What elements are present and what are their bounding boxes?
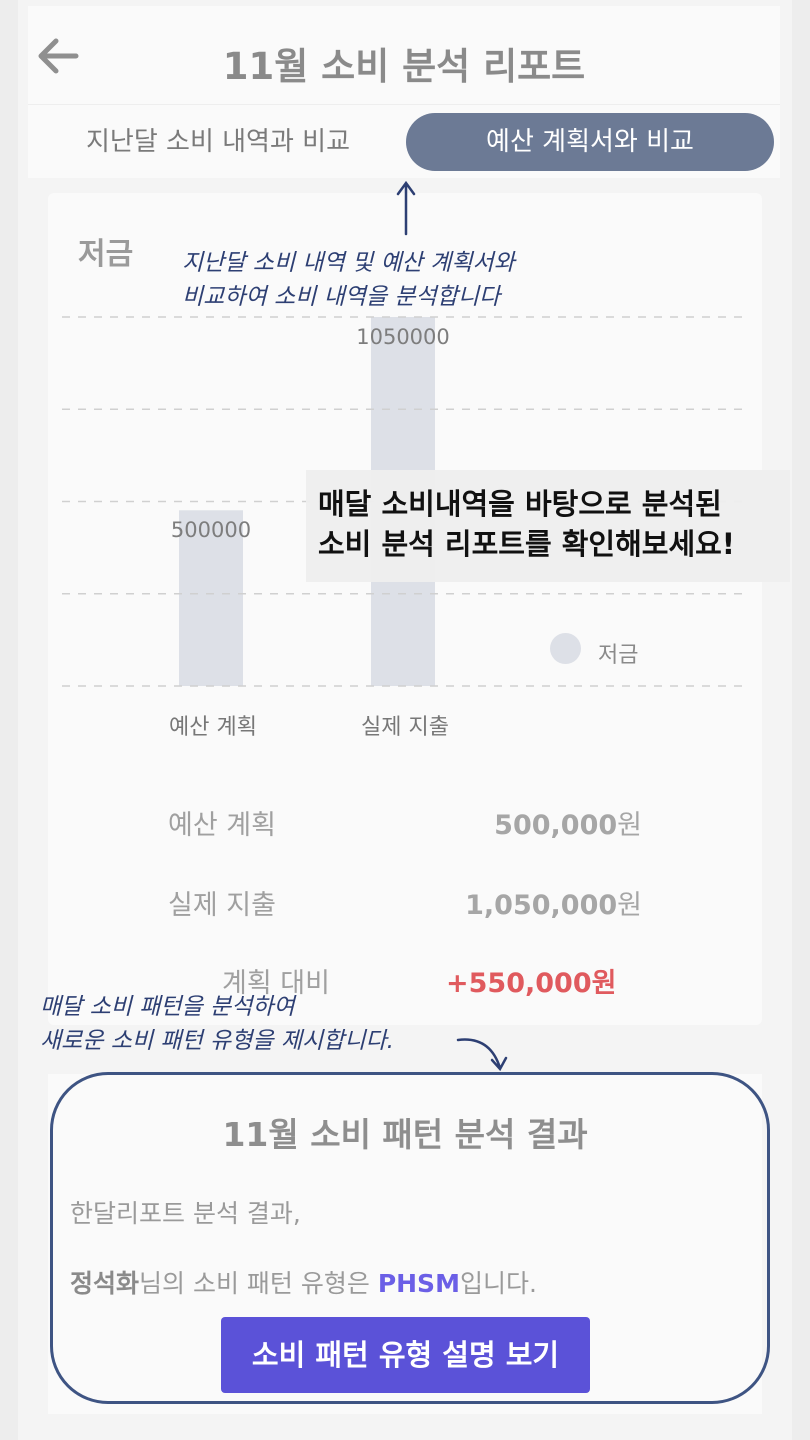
annotation-line: 비교하여 소비 내역을 분석합니다 xyxy=(182,284,501,310)
curved-arrow-annotation-icon xyxy=(456,1038,508,1072)
pattern-card: 11월 소비 패턴 분석 결과 한달리포트 분석 결과, 정석화님의 소비 패턴… xyxy=(48,1074,762,1414)
legend-dot xyxy=(550,633,581,664)
tab-bar: 지난달 소비 내역과 비교 예산 계획서와 비교 xyxy=(28,104,780,178)
pattern-result-text: 정석화님의 소비 패턴 유형은 PHSM입니다. xyxy=(70,1269,537,1298)
summary-actual-label: 실제 지출 xyxy=(168,890,276,921)
page-title: 11월 소비 분석 리포트 xyxy=(222,45,586,88)
header-bar: 11월 소비 분석 리포트 xyxy=(28,6,780,104)
annotation-note-bottom: 매달 소비 패턴을 분석하여 새로운 소비 패턴 유형을 제시합니다. xyxy=(40,990,394,1058)
pattern-result-intro: 한달리포트 분석 결과, xyxy=(70,1199,301,1228)
annotation-line: 새로운 소비 패턴 유형을 제시합니다. xyxy=(40,1028,394,1054)
pattern-explain-button[interactable]: 소비 패턴 유형 설명 보기 xyxy=(221,1317,590,1393)
x-tick-label: 실제 지출 xyxy=(361,715,449,740)
summary-diff-value: +550,000원 xyxy=(446,968,617,999)
chart-card: 저금 500000 1050000 저금 예산 계획 실제 지출 예산 계획 5… xyxy=(48,193,762,1025)
bar-value-label: 500000 xyxy=(170,518,252,543)
tooltip-line: 소비 분석 리포트를 확인해보세요! xyxy=(318,527,736,561)
tooltip-line: 매달 소비내역을 바탕으로 분석된 xyxy=(318,487,722,521)
bar-value-label: 1050000 xyxy=(356,325,450,349)
pattern-title: 11월 소비 패턴 분석 결과 xyxy=(222,1115,588,1154)
annotation-line: 매달 소비 패턴을 분석하여 xyxy=(40,994,295,1020)
x-tick-label: 예산 계획 xyxy=(169,715,257,740)
up-arrow-annotation-icon xyxy=(396,180,416,236)
info-tooltip: 매달 소비내역을 바탕으로 분석된 소비 분석 리포트를 확인해보세요! xyxy=(306,470,790,582)
tab-last-month[interactable]: 지난달 소비 내역과 비교 xyxy=(44,113,392,171)
summary-budget-value: 500,000원 xyxy=(494,810,642,841)
annotation-note-top: 지난달 소비 내역 및 예산 계획서와 비교하여 소비 내역을 분석합니다 xyxy=(182,246,515,314)
user-name: 정석화 xyxy=(70,1269,140,1298)
summary-budget-label: 예산 계획 xyxy=(168,810,276,841)
summary-actual-value: 1,050,000원 xyxy=(465,890,642,921)
annotation-line: 지난달 소비 내역 및 예산 계획서와 xyxy=(182,250,515,276)
tab-budget-plan[interactable]: 예산 계획서와 비교 xyxy=(406,113,774,171)
legend-label: 저금 xyxy=(598,643,639,668)
pattern-code: PHSM xyxy=(377,1269,460,1298)
